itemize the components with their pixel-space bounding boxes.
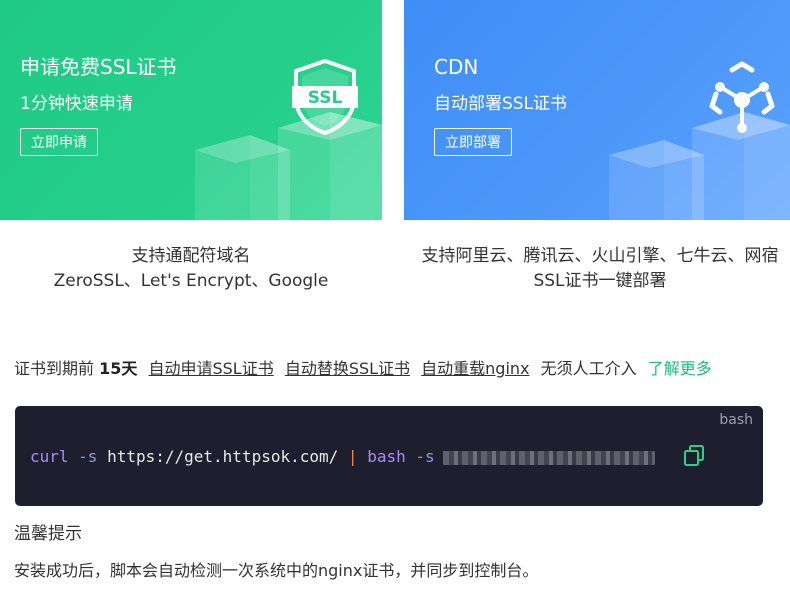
cdn-card: CDN 自动部署SSL证书 立即部署: [404, 0, 790, 220]
renewal-info: 证书到期前 15天 自动申请SSL证书 自动替换SSL证书 自动重载nginx …: [14, 357, 712, 381]
install-command-block: bash curl -s https://get.httpsok.com/ | …: [15, 406, 763, 506]
feature-auto-reload: 自动重载nginx: [421, 359, 530, 378]
cdn-card-subtitle: 自动部署SSL证书: [434, 94, 568, 114]
tip-title: 温馨提示: [14, 524, 82, 544]
feature-auto-apply: 自动申请SSL证书: [148, 359, 274, 378]
tip-text: 安装成功后，脚本会自动检测一次系统中的nginx证书，并同步到控制台。: [14, 561, 539, 580]
code-language-label: bash: [719, 412, 753, 428]
ssl-description: 支持通配符域名 ZeroSSL、Let's Encrypt、Google: [0, 244, 382, 294]
deploy-now-button[interactable]: 立即部署: [434, 128, 512, 156]
apply-now-button[interactable]: 立即申请: [20, 128, 98, 156]
ssl-card-subtitle: 1分钟快速申请: [20, 94, 133, 114]
cmd-curl: curl: [30, 447, 69, 466]
ssl-card-title: 申请免费SSL证书: [20, 55, 177, 79]
cmd-pipe: |: [347, 447, 358, 466]
info-suffix: 无须人工介入: [540, 359, 637, 378]
cdn-description: 支持阿里云、腾讯云、火山引擎、七牛云、网宿 SSL证书一键部署: [410, 244, 790, 294]
cmd-flag-2: -s: [415, 447, 435, 466]
cdn-desc-line2: SSL证书一键部署: [533, 271, 667, 291]
copy-icon[interactable]: [682, 444, 706, 468]
days-count: 15天: [99, 359, 138, 378]
learn-more-link[interactable]: 了解更多: [648, 359, 712, 378]
ssl-card: SSL 申请免费SSL证书 1分钟快速申请 立即申请: [0, 0, 382, 220]
ssl-desc-line1: 支持通配符域名: [131, 246, 251, 266]
cdn-network-icon: [709, 61, 775, 133]
ssl-desc-line2: ZeroSSL、Let's Encrypt、Google: [53, 271, 329, 291]
feature-auto-replace: 自动替换SSL证书: [284, 359, 411, 378]
ssl-shield-icon: SSL: [292, 58, 358, 136]
redacted-token: [442, 450, 655, 465]
svg-text:SSL: SSL: [308, 88, 343, 108]
cmd-url: https://get.httpsok.com/: [107, 447, 339, 466]
cdn-desc-line1: 支持阿里云、腾讯云、火山引擎、七牛云、网宿: [421, 246, 779, 266]
cmd-flag-1: -s: [78, 447, 98, 466]
cmd-bash: bash: [367, 447, 406, 466]
install-command: curl -s https://get.httpsok.com/ | bash …: [30, 446, 655, 468]
info-prefix: 证书到期前: [14, 359, 95, 378]
cdn-card-title: CDN: [434, 55, 479, 79]
